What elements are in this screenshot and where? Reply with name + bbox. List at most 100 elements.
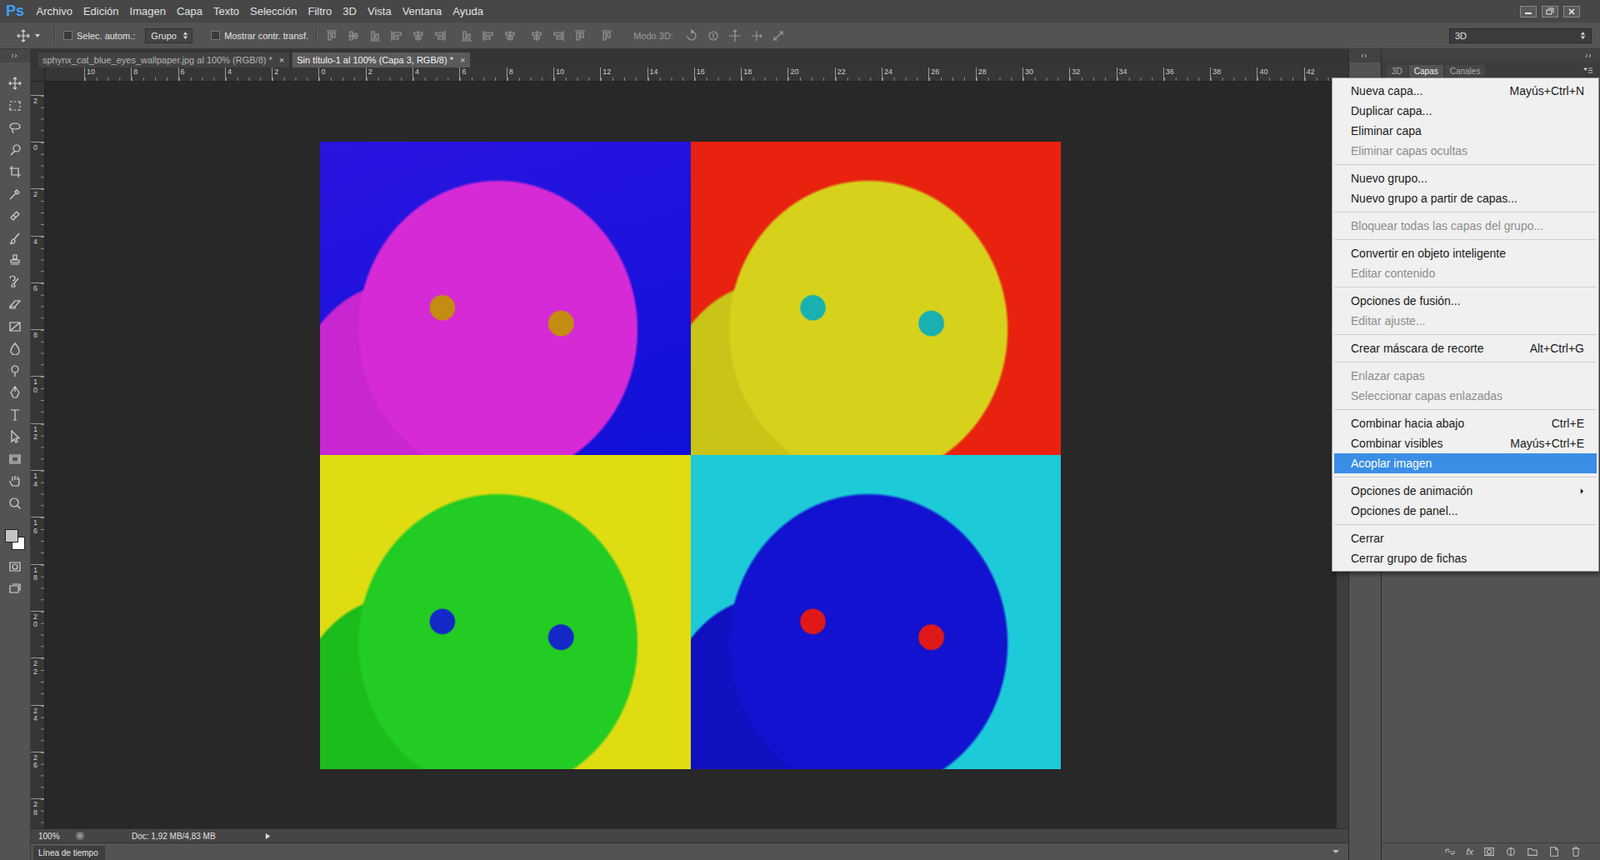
tool-button[interactable]: [0, 72, 30, 95]
export-icon[interactable]: [75, 830, 85, 841]
panel-tab[interactable]: Canales: [1445, 65, 1486, 78]
tool-button[interactable]: [0, 116, 30, 140]
zoom-level[interactable]: 100%: [38, 831, 75, 841]
menu-item[interactable]: Combinar hacia abajo Ctrl+E: [1334, 413, 1597, 434]
close-tab-button[interactable]: ×: [279, 55, 285, 65]
menu-bar-item[interactable]: Texto: [207, 5, 245, 18]
align-icon[interactable]: [433, 29, 447, 43]
tool-button[interactable]: [0, 271, 30, 295]
document-tab[interactable]: sphynx_cat_blue_eyes_wallpaper.jpg al 10…: [38, 52, 290, 68]
menu-bar-item[interactable]: Vista: [361, 5, 397, 18]
menu-bar-item[interactable]: 3D: [337, 5, 363, 18]
tool-button[interactable]: [0, 381, 30, 405]
distribute-horizontal-icon[interactable]: [573, 29, 587, 43]
menu-item[interactable]: Opciones de animación: [1334, 480, 1597, 501]
menu-bar-item[interactable]: Filtro: [302, 5, 338, 18]
workspace-dropdown[interactable]: 3D: [1449, 28, 1592, 44]
menu-item[interactable]: Nuevo grupo...: [1334, 168, 1597, 189]
new-layer-icon[interactable]: [1548, 845, 1560, 858]
tool-button[interactable]: [0, 578, 30, 601]
menu-item[interactable]: Cerrar: [1334, 528, 1597, 549]
panel-menu-icon[interactable]: [1331, 848, 1342, 855]
align-icon[interactable]: [325, 29, 339, 43]
minimize-icon[interactable]: [1520, 5, 1537, 18]
tool-button[interactable]: [0, 183, 30, 206]
tool-button[interactable]: [0, 337, 30, 360]
auto-select-dropdown[interactable]: Grupo: [145, 28, 193, 44]
status-menu-arrow-icon[interactable]: [265, 832, 271, 840]
toolbox-header[interactable]: [0, 49, 30, 63]
layer-style-button[interactable]: fx: [1465, 846, 1474, 857]
menu-item[interactable]: Combinar visibles Mayús+Ctrl+E: [1334, 433, 1597, 454]
menu-item[interactable]: Opciones de fusión...: [1334, 290, 1597, 311]
menu-item[interactable]: Nueva capa... Mayús+Ctrl+N: [1334, 80, 1597, 101]
distribute-icon[interactable]: [503, 29, 517, 43]
tool-button[interactable]: [0, 160, 30, 184]
menu-item[interactable]: Cerrar grupo de fichas: [1334, 548, 1597, 569]
align-icon[interactable]: [390, 29, 404, 43]
distribute-icon[interactable]: [460, 29, 474, 43]
panel-tab[interactable]: Capas: [1409, 65, 1444, 78]
document-tab[interactable]: Sin título-1 al 100% (Capa 3, RGB/8) * ×: [292, 52, 470, 68]
menu-bar-item[interactable]: Ayuda: [447, 5, 490, 18]
menu-item[interactable]: Eliminar capa: [1334, 120, 1597, 141]
mask-icon[interactable]: [1483, 845, 1495, 858]
menu-bar-item[interactable]: Ventana: [396, 5, 448, 18]
roll-3d-icon[interactable]: [706, 29, 720, 43]
close-tab-button[interactable]: ×: [460, 55, 465, 65]
tool-button[interactable]: [0, 470, 30, 493]
menu-item[interactable]: Nuevo grupo a partir de capas...: [1334, 188, 1597, 209]
timeline-tab[interactable]: Línea de tiempo: [33, 845, 105, 860]
tool-button[interactable]: [0, 95, 30, 118]
menu-item[interactable]: Crear máscara de recorte Alt+Ctrl+G: [1334, 338, 1597, 359]
folder-icon[interactable]: [1526, 845, 1539, 858]
color-swatches[interactable]: [3, 527, 27, 553]
show-transform-checkbox[interactable]: Mostrar contr. transf.: [210, 30, 309, 41]
collapse-icon[interactable]: [1360, 53, 1370, 59]
foreground-color-swatch[interactable]: [5, 529, 19, 543]
tool-preset-picker[interactable]: [16, 29, 47, 43]
tool-button[interactable]: [0, 293, 30, 316]
auto-select-checkbox[interactable]: Selec. autom.:: [63, 30, 135, 41]
tool-button[interactable]: [0, 425, 30, 449]
panel-tab[interactable]: 3D: [1386, 65, 1408, 78]
align-icon[interactable]: [346, 29, 360, 43]
restore-icon[interactable]: [1541, 5, 1559, 18]
distribute-horizontal-icon[interactable]: [530, 29, 544, 43]
close-window-icon[interactable]: [1563, 5, 1580, 18]
menu-bar-item[interactable]: Imagen: [124, 5, 171, 18]
distribute-horizontal-icon[interactable]: [551, 29, 565, 43]
menu-item[interactable]: Convertir en objeto inteligente: [1334, 243, 1597, 264]
menu-bar-item[interactable]: Capa: [170, 5, 208, 18]
tool-button[interactable]: [0, 492, 30, 515]
checkbox-box[interactable]: [63, 30, 73, 40]
tool-button[interactable]: [0, 249, 30, 272]
distribute-icon[interactable]: [481, 29, 495, 43]
tool-button[interactable]: [0, 205, 30, 228]
tool-button[interactable]: [0, 139, 30, 162]
menu-item[interactable]: Duplicar capa...: [1334, 100, 1597, 121]
align-icon[interactable]: [368, 29, 382, 43]
rotate-3d-icon[interactable]: [685, 29, 699, 43]
checkbox-box[interactable]: [210, 30, 220, 40]
drag-3d-icon[interactable]: [728, 29, 742, 43]
tool-button[interactable]: [0, 555, 30, 579]
menu-bar-item[interactable]: Selección: [245, 5, 303, 18]
panel-menu-icon[interactable]: [1583, 66, 1594, 75]
tool-button[interactable]: [0, 227, 30, 250]
collapse-icon[interactable]: [10, 53, 20, 59]
scale-3d-icon[interactable]: [771, 29, 785, 43]
menu-item[interactable]: Opciones de panel...: [1334, 500, 1597, 521]
tool-button[interactable]: [0, 404, 30, 427]
tool-button[interactable]: [0, 448, 30, 471]
tool-button[interactable]: [0, 360, 30, 383]
menu-item[interactable]: Acoplar imagen: [1334, 453, 1597, 474]
adjustment-icon[interactable]: [1505, 845, 1517, 858]
auto-align-icon[interactable]: [600, 29, 614, 43]
collapse-icon[interactable]: [1585, 53, 1594, 59]
align-icon[interactable]: [411, 29, 425, 43]
slide-3d-icon[interactable]: [750, 29, 764, 43]
canvas[interactable]: [45, 81, 1336, 829]
menu-bar-item[interactable]: Archivo: [30, 5, 78, 18]
link-icon[interactable]: [1444, 845, 1456, 858]
